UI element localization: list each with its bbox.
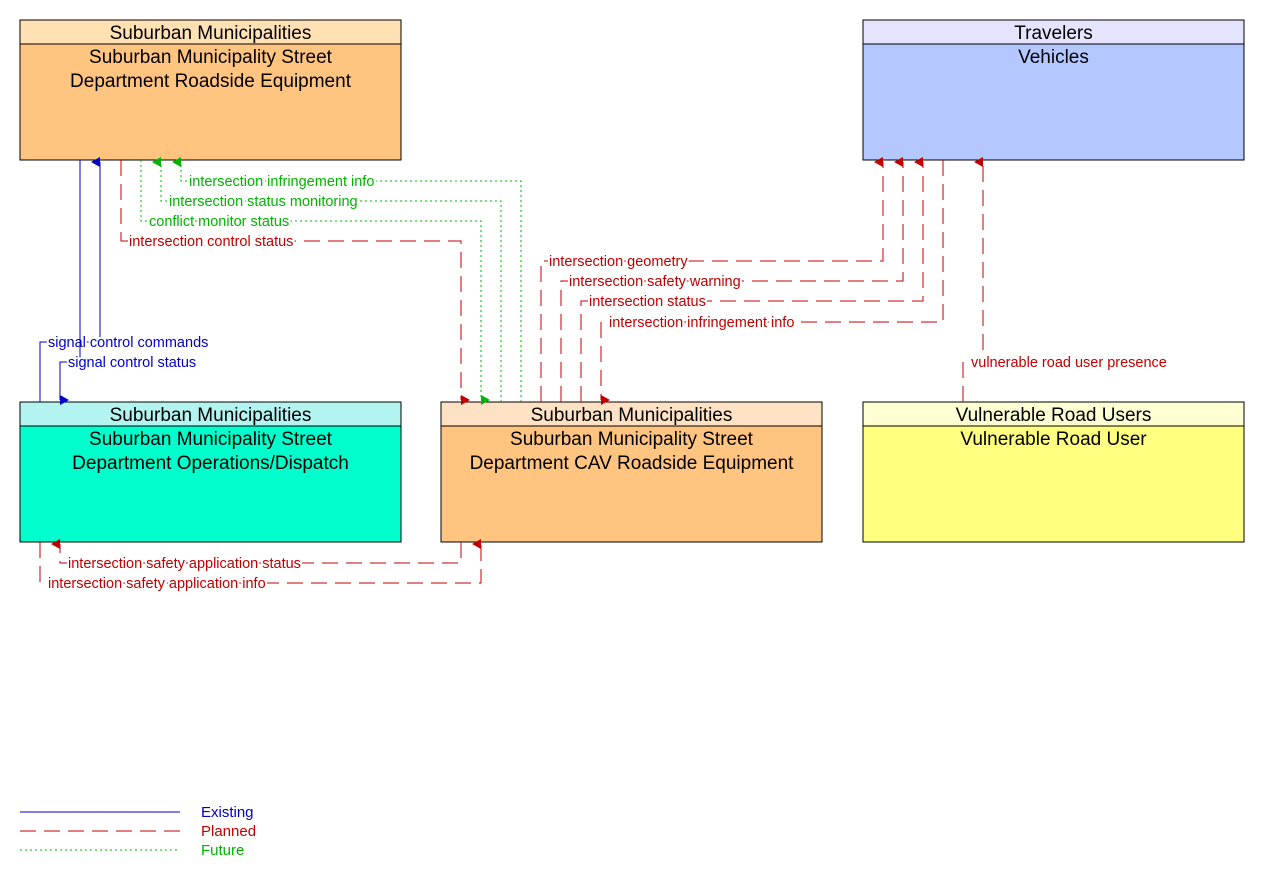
legend-item-existing: Existing	[20, 804, 254, 821]
box-vru[interactable]: Vulnerable Road Users Vulnerable Road Use…	[862, 401, 1245, 543]
flow-label: intersection status monitoring	[169, 194, 358, 210]
flow-label: vulnerable road user presence	[971, 355, 1167, 371]
flow-label: intersection control status	[129, 234, 293, 250]
box-name-label: Suburban Municipality Street	[89, 429, 333, 450]
box-name-label: Vulnerable Road User	[960, 429, 1147, 450]
box-group-label: Vulnerable Road Users	[956, 405, 1152, 426]
box-ops[interactable]: Suburban Municipalities Suburban Municipa…	[19, 401, 402, 543]
legend-label: Planned	[201, 823, 256, 840]
box-group-label: Suburban Municipalities	[531, 405, 733, 426]
flow-label: intersection geometry	[549, 254, 688, 270]
flow-label: intersection safety application status	[68, 556, 301, 572]
flow-vulnerable-road-user-presence[interactable]: vulnerable road user presence	[962, 157, 1169, 402]
flow-intersection-safety-application-status[interactable]: intersection safety application status	[51, 539, 462, 574]
flow-label: intersection safety application info	[48, 576, 266, 592]
flow-label: signal control status	[68, 355, 196, 371]
flow-intersection-safety-warning[interactable]: intersection safety warning	[560, 157, 904, 402]
box-group-label: Suburban Municipalities	[110, 23, 312, 44]
flow-label: intersection status	[589, 294, 706, 310]
flow-label: intersection infringement info	[189, 174, 374, 190]
box-group-label: Suburban Municipalities	[110, 405, 312, 426]
box-name-label: Suburban Municipality Street	[89, 47, 333, 68]
flow-label: intersection infringement info	[609, 315, 794, 331]
flow-intersection-status-monitoring[interactable]: intersection status monitoring	[152, 157, 502, 402]
legend-item-future: Future	[20, 842, 244, 859]
box-name-label: Department Operations/Dispatch	[72, 453, 349, 474]
box-group-label: Travelers	[1014, 23, 1092, 44]
flow-label: intersection safety warning	[569, 274, 741, 290]
box-name-label: Vehicles	[1018, 47, 1089, 68]
box-veh[interactable]: Travelers Vehicles	[862, 19, 1245, 161]
box-rse[interactable]: Suburban Municipalities Suburban Municipa…	[19, 19, 402, 161]
flow-label: conflict monitor status	[149, 214, 289, 230]
legend-item-planned: Planned	[20, 823, 256, 840]
legend-label: Future	[201, 842, 244, 859]
architecture-diagram: Suburban Municipalities Suburban Municipa…	[19, 19, 1245, 859]
flow-label: signal control commands	[48, 335, 208, 351]
box-cav[interactable]: Suburban Municipalities Suburban Municipa…	[440, 401, 823, 543]
box-name-label: Department CAV Roadside Equipment	[470, 453, 795, 474]
legend-label: Existing	[201, 804, 254, 821]
box-name-label: Suburban Municipality Street	[510, 429, 754, 450]
box-name-label: Department Roadside Equipment	[70, 71, 352, 92]
